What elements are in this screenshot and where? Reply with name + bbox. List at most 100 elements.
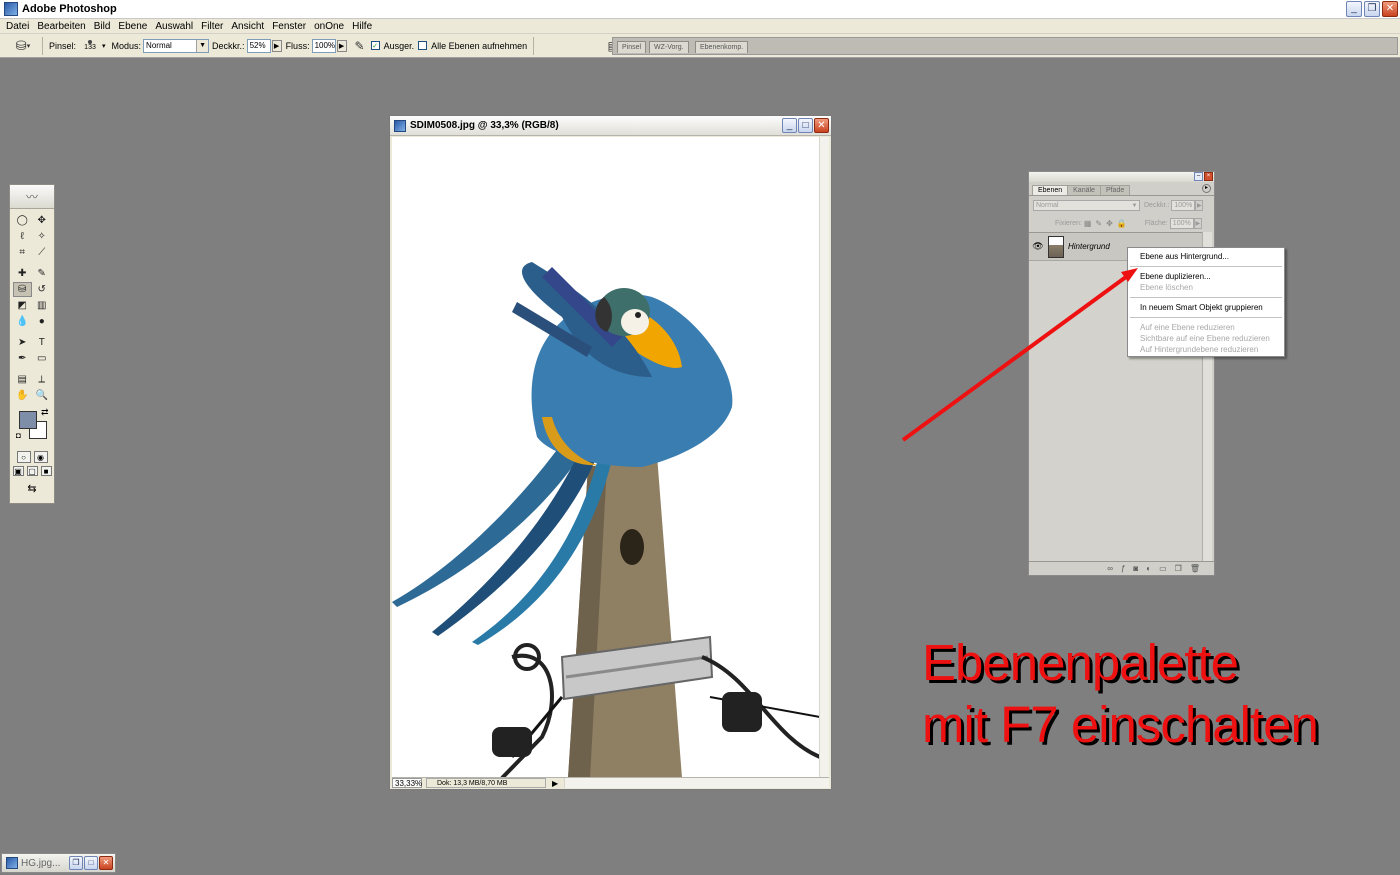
dodge-tool-icon[interactable]: ● <box>33 314 52 329</box>
menu-bearbeiten[interactable]: Bearbeiten <box>33 21 89 32</box>
tab-ebenen[interactable]: Ebenen <box>1032 185 1069 195</box>
layer-opacity-input[interactable]: 100% <box>1171 199 1196 211</box>
link-layers-icon[interactable]: ∞ <box>1107 564 1113 573</box>
minimize-button[interactable]: _ <box>1346 1 1362 17</box>
adjustment-layer-icon[interactable]: ◐ <box>1146 564 1151 573</box>
blend-mode-select[interactable]: Normal ▼ <box>1033 199 1140 211</box>
standard-mode-icon[interactable]: ○ <box>16 451 31 463</box>
pen-tool-icon[interactable]: ✒ <box>13 351 32 366</box>
brush-picker[interactable]: 133 <box>78 36 102 56</box>
well-tab-wz-vorg[interactable]: WZ-Vorg. <box>649 41 689 53</box>
vertical-scrollbar[interactable] <box>819 137 829 778</box>
blur-tool-icon[interactable]: 💧 <box>13 314 32 329</box>
eraser-tool-icon[interactable]: ◩ <box>13 298 32 313</box>
foreground-color-swatch[interactable] <box>19 411 37 429</box>
healing-brush-tool-icon[interactable]: ✚ <box>13 266 32 281</box>
palette-menu-icon[interactable]: ▸ <box>1202 184 1211 193</box>
minimized-document[interactable]: HG.jpg... ❐ □ ✕ <box>1 853 116 873</box>
shape-tool-icon[interactable]: ▭ <box>33 351 52 366</box>
lock-all-icon[interactable]: 🔒 <box>1117 219 1127 228</box>
menu-auswahl[interactable]: Auswahl <box>151 21 197 32</box>
menu-hilfe[interactable]: Hilfe <box>348 21 376 32</box>
menu-item-ebene-duplizieren[interactable]: Ebene duplizieren... <box>1128 271 1284 282</box>
zoom-input[interactable]: 33,33% <box>392 778 422 788</box>
palette-close-button[interactable]: × <box>1204 172 1213 181</box>
menu-filter[interactable]: Filter <box>197 21 227 32</box>
document-titlebar[interactable]: SDIM0508.jpg @ 33,3% (RGB/8) _ □ ✕ <box>390 116 831 136</box>
crop-tool-icon[interactable]: ⌗ <box>13 245 32 260</box>
jump-to-imageready-icon[interactable]: ⇆ <box>10 480 54 496</box>
tool-preset-picker[interactable]: ⛁ ▾ <box>8 36 38 56</box>
type-tool-icon[interactable]: T <box>33 335 52 350</box>
tab-pfade[interactable]: Pfade <box>1099 185 1131 195</box>
eyedropper-tool-icon[interactable]: ⟂ <box>33 372 52 387</box>
tab-kanaele[interactable]: Kanäle <box>1067 185 1101 195</box>
palette-minimize-button[interactable]: – <box>1194 172 1203 181</box>
menu-ebene[interactable]: Ebene <box>114 21 151 32</box>
marquee-tool-icon[interactable]: ◯ <box>13 213 32 228</box>
toolbox-header[interactable]: 〰 <box>10 185 54 209</box>
menu-item-smart-objekt[interactable]: In neuem Smart Objekt gruppieren <box>1128 302 1284 313</box>
brush-dropdown-icon[interactable]: ▾ <box>102 42 106 50</box>
flow-input[interactable]: 100% <box>311 38 336 53</box>
restore-button[interactable]: ❐ <box>1364 1 1380 17</box>
layer-opacity-slider-button[interactable]: ▶ <box>1195 199 1204 211</box>
flow-slider-button[interactable]: ▶ <box>336 39 347 52</box>
minimized-restore-button[interactable]: ❐ <box>69 856 83 870</box>
lasso-tool-icon[interactable]: ℓ <box>13 229 32 244</box>
all-layers-checkbox[interactable] <box>418 41 428 50</box>
close-button[interactable]: ✕ <box>1382 1 1398 17</box>
palette-titlebar[interactable]: – × <box>1029 172 1214 182</box>
eye-icon[interactable]: 👁 <box>1031 240 1045 254</box>
opacity-input[interactable]: 52% <box>246 38 271 53</box>
menu-bild[interactable]: Bild <box>90 21 115 32</box>
full-screen-icon[interactable]: ■ <box>40 466 52 476</box>
menu-datei[interactable]: Datei <box>2 21 33 32</box>
minimized-maximize-button[interactable]: □ <box>84 856 98 870</box>
well-tab-ebenenkomp[interactable]: Ebenenkomp. <box>695 41 749 53</box>
trash-icon[interactable]: 🗑 <box>1190 564 1200 573</box>
notes-tool-icon[interactable]: ▤ <box>13 372 32 387</box>
zoom-tool-icon[interactable]: 🔍 <box>33 388 52 403</box>
gradient-tool-icon[interactable]: ▥ <box>33 298 52 313</box>
lock-pixels-icon[interactable]: ✎ <box>1095 219 1102 228</box>
swap-colors-icon[interactable]: ⇄ <box>41 407 49 418</box>
minimized-close-button[interactable]: ✕ <box>99 856 113 870</box>
opacity-slider-button[interactable]: ▶ <box>271 39 282 52</box>
lock-transparency-icon[interactable]: ▦ <box>1084 219 1092 228</box>
mode-select[interactable]: Normal ▼ <box>143 38 210 53</box>
well-tab-pinsel[interactable]: Pinsel <box>617 41 647 53</box>
path-selection-tool-icon[interactable]: ➤ <box>13 335 32 350</box>
layer-style-icon[interactable]: ƒ <box>1121 564 1125 573</box>
hand-tool-icon[interactable]: ✋ <box>13 388 32 403</box>
new-layer-icon[interactable]: ❐ <box>1175 564 1182 573</box>
menu-ansicht[interactable]: Ansicht <box>227 21 268 32</box>
brush-tool-icon[interactable]: ✎ <box>33 266 52 281</box>
default-colors-icon[interactable]: ◘ <box>16 431 21 440</box>
full-screen-menu-icon[interactable]: ▢ <box>26 466 38 476</box>
menu-fenster[interactable]: Fenster <box>268 21 310 32</box>
document-minimize-button[interactable]: _ <box>782 118 797 133</box>
menu-onone[interactable]: onOne <box>310 21 348 32</box>
fill-slider-button[interactable]: ▶ <box>1193 217 1202 229</box>
status-menu-icon[interactable]: ▶ <box>552 779 558 788</box>
aligned-checkbox[interactable]: ✓ <box>370 41 380 50</box>
document-canvas[interactable] <box>392 137 820 778</box>
airbrush-icon[interactable]: ✎ <box>351 37 369 55</box>
magic-wand-tool-icon[interactable]: ✧ <box>33 229 52 244</box>
lock-position-icon[interactable]: ✥ <box>1106 219 1113 228</box>
move-tool-icon[interactable]: ✥ <box>33 213 52 228</box>
clone-stamp-tool-icon[interactable]: ⛁ <box>13 282 32 297</box>
standard-screen-icon[interactable]: ▣ <box>12 466 24 476</box>
new-group-icon[interactable]: ▭ <box>1159 564 1167 573</box>
menu-item-ebene-aus-hintergrund[interactable]: Ebene aus Hintergrund... <box>1128 251 1284 262</box>
fill-input[interactable]: 100% <box>1169 217 1194 229</box>
blend-row: Normal ▼ Deckkr.: 100% ▶ <box>1029 196 1214 214</box>
document-close-button[interactable]: ✕ <box>814 118 829 133</box>
document-maximize-button[interactable]: □ <box>798 118 813 133</box>
horizontal-scrollbar[interactable] <box>564 778 829 788</box>
layer-mask-icon[interactable]: ◙ <box>1133 564 1138 573</box>
history-brush-tool-icon[interactable]: ↺ <box>33 282 52 297</box>
slice-tool-icon[interactable]: ⟋ <box>33 245 52 260</box>
quick-mask-icon[interactable]: ◉ <box>33 451 48 463</box>
